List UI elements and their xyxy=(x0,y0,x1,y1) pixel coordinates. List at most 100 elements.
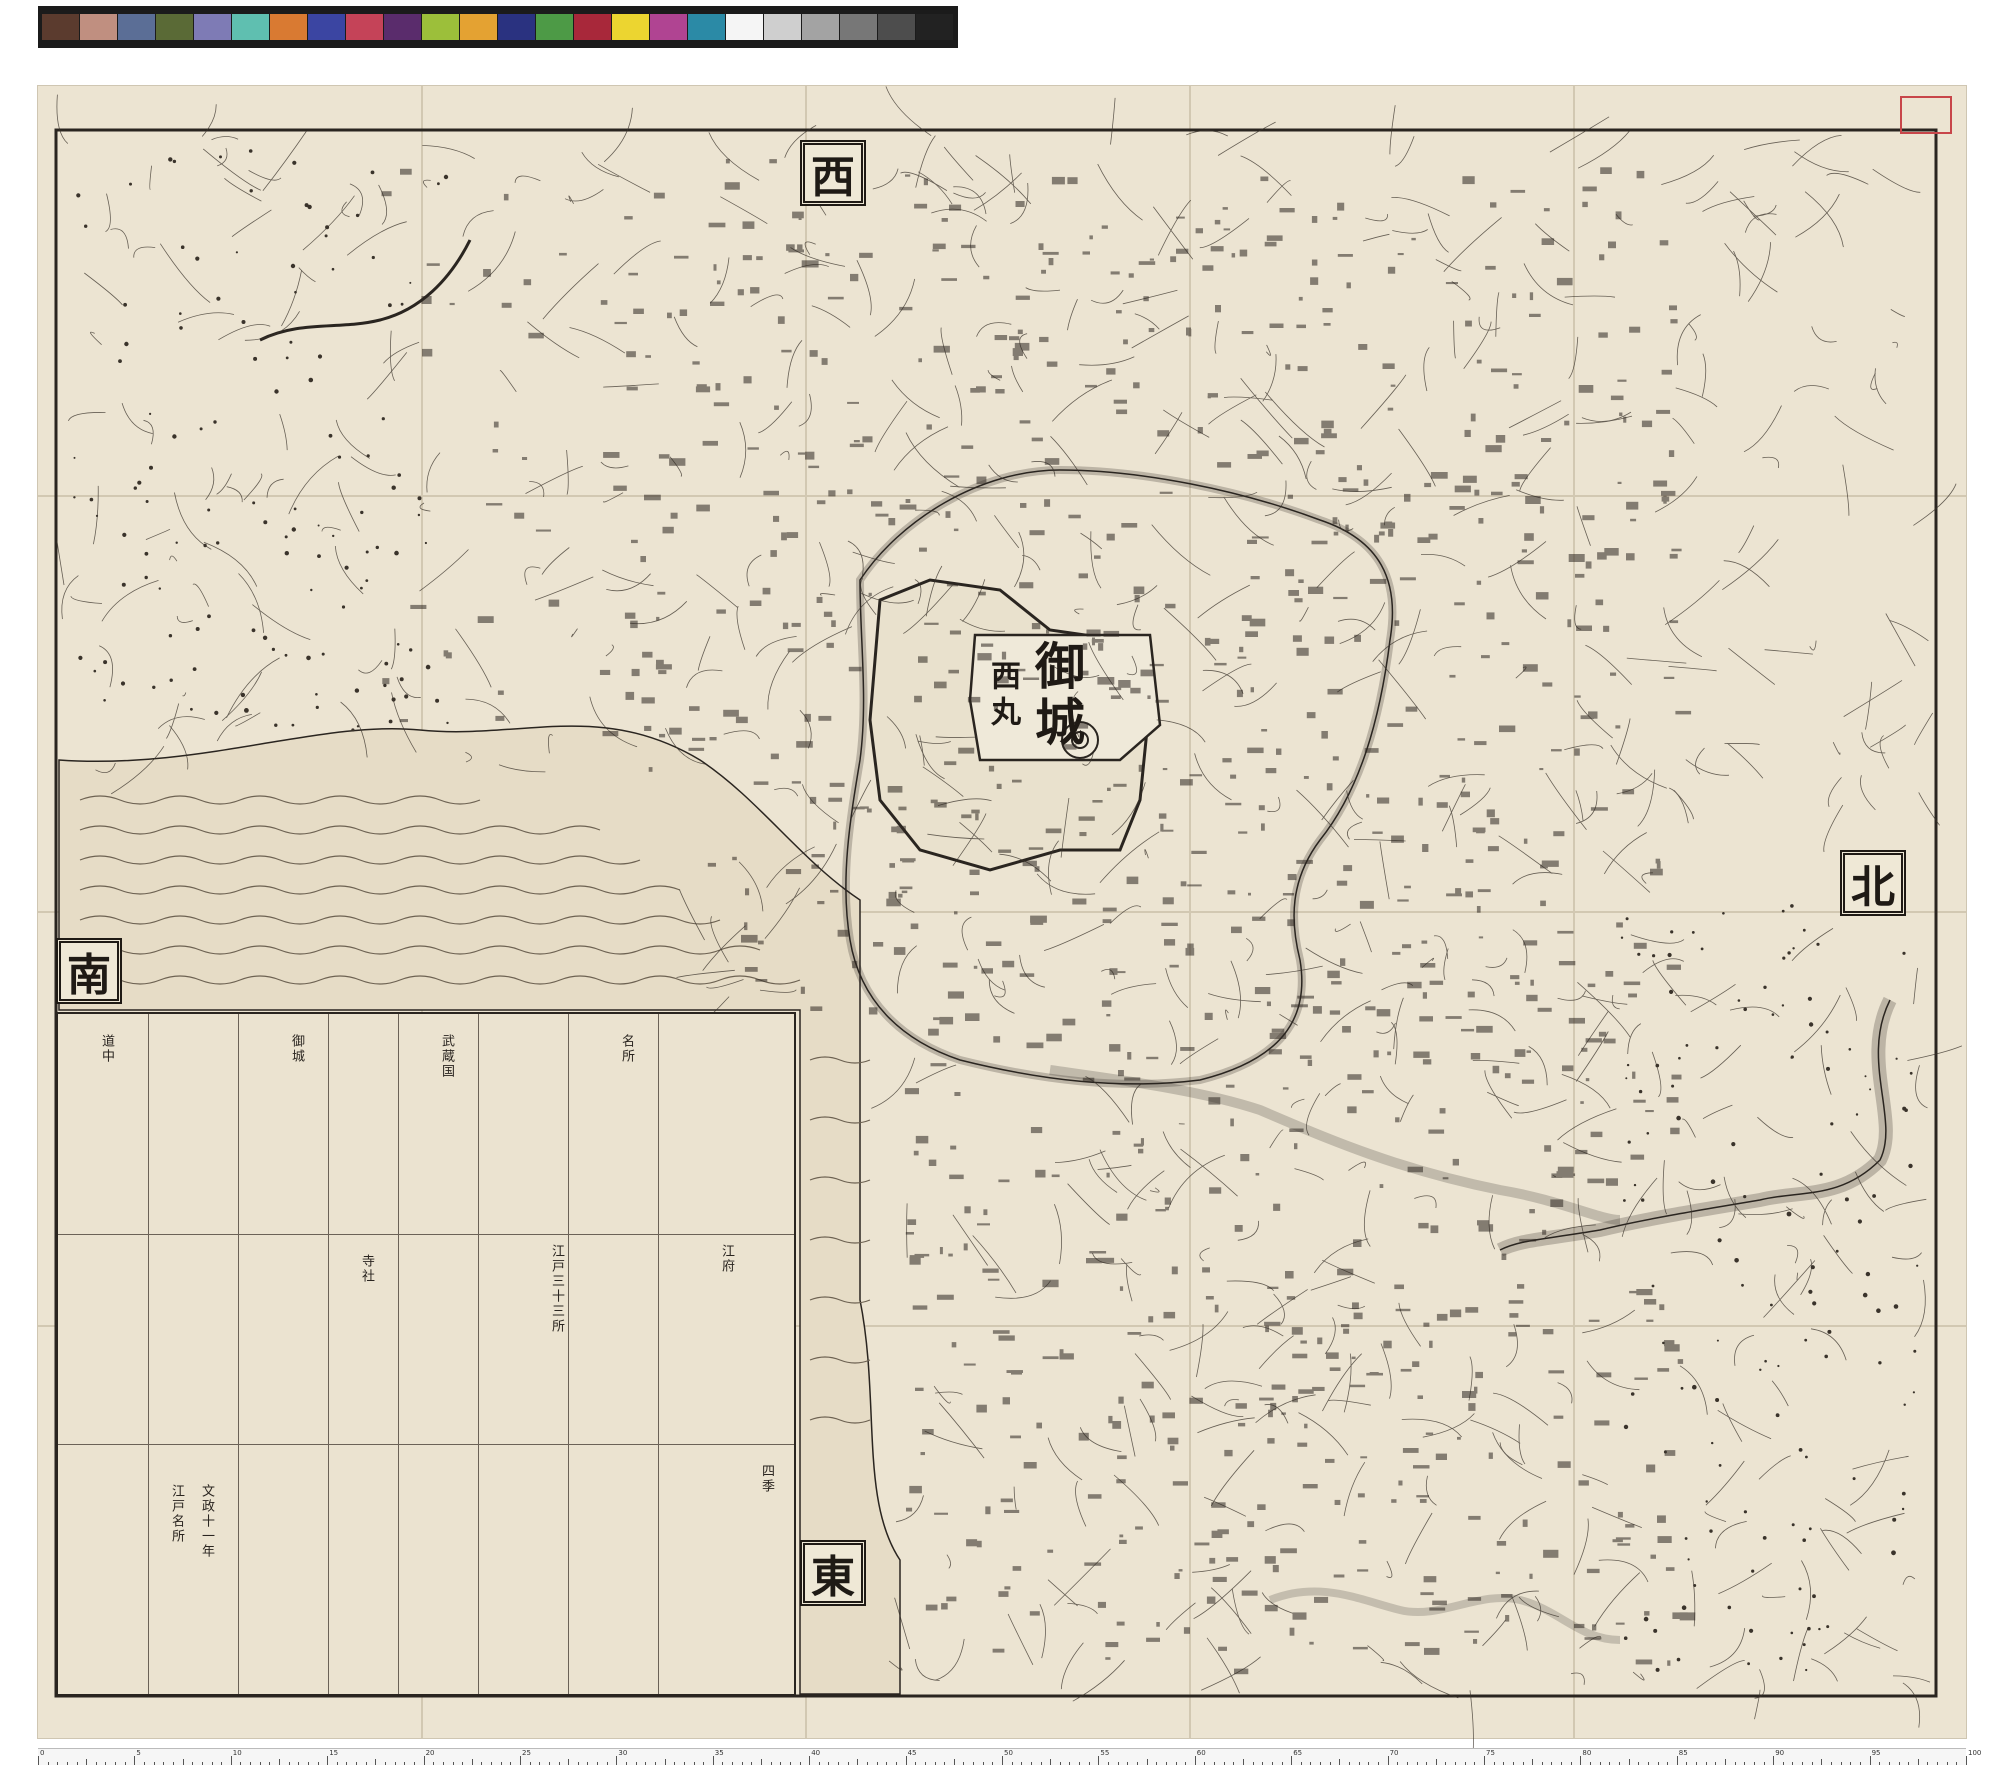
block-mark xyxy=(1468,1515,1481,1520)
block-mark xyxy=(1542,1229,1547,1235)
block-mark xyxy=(1112,1421,1122,1429)
block-mark xyxy=(1585,561,1592,569)
street-line xyxy=(1902,1575,1916,1585)
block-mark xyxy=(934,802,947,808)
block-mark xyxy=(1248,892,1251,896)
block-mark xyxy=(995,389,1005,394)
street-line xyxy=(1433,935,1449,959)
block-mark xyxy=(1416,1495,1429,1498)
field-dot xyxy=(1651,1284,1655,1288)
ruler-tick xyxy=(1455,1762,1457,1765)
block-mark xyxy=(1608,241,1616,249)
block-mark xyxy=(737,289,744,296)
street-line xyxy=(1360,374,1407,429)
street-line xyxy=(603,492,624,503)
block-mark xyxy=(1308,586,1324,594)
street-line xyxy=(1535,223,1570,252)
block-mark xyxy=(1605,971,1614,977)
street-line xyxy=(1208,394,1257,425)
block-mark xyxy=(1138,261,1156,265)
field-dot xyxy=(168,157,173,162)
block-mark xyxy=(1089,1251,1107,1254)
field-dot xyxy=(1693,1584,1697,1587)
street-line xyxy=(192,583,209,607)
field-dot xyxy=(1633,1183,1637,1187)
block-mark xyxy=(1165,603,1176,609)
ruler-tick xyxy=(510,1762,512,1765)
ruler-tick xyxy=(635,1762,637,1765)
block-mark xyxy=(837,929,849,937)
ruler-tick xyxy=(76,1762,78,1765)
ruler-tick xyxy=(153,1762,155,1765)
block-mark xyxy=(1230,774,1237,779)
street-line xyxy=(1225,1009,1229,1020)
field-dot xyxy=(195,256,200,261)
ruler-tick xyxy=(1869,1756,1871,1765)
block-mark xyxy=(1285,569,1295,577)
street-line xyxy=(419,549,469,592)
block-mark xyxy=(1629,326,1641,333)
block-mark xyxy=(981,643,994,647)
ruler-number: 50 xyxy=(1004,1749,1013,1757)
block-mark xyxy=(1636,170,1645,179)
block-mark xyxy=(948,669,959,674)
block-mark xyxy=(1098,643,1104,651)
ruler-tick xyxy=(1734,1762,1736,1765)
block-mark xyxy=(1287,494,1293,499)
street-line xyxy=(1127,1170,1165,1210)
street-line xyxy=(358,660,383,674)
block-mark xyxy=(1400,1368,1412,1372)
block-mark xyxy=(713,402,730,407)
block-mark xyxy=(886,898,901,907)
field-dot xyxy=(1779,1656,1783,1661)
block-mark xyxy=(1210,246,1224,252)
ruler-tick xyxy=(1879,1762,1881,1765)
block-mark xyxy=(1407,981,1422,989)
block-mark xyxy=(1239,646,1244,653)
field-dot xyxy=(1770,1303,1773,1307)
ruler-tick xyxy=(1725,1759,1726,1765)
block-mark xyxy=(1297,1442,1308,1447)
block-mark xyxy=(969,869,980,875)
block-mark xyxy=(769,159,777,164)
block-mark xyxy=(713,264,717,271)
block-mark xyxy=(644,494,661,501)
ruler-tick xyxy=(491,1762,493,1765)
block-mark xyxy=(932,243,946,250)
block-mark xyxy=(1399,577,1416,581)
field-dot xyxy=(1848,1048,1852,1051)
block-mark xyxy=(1149,258,1154,261)
block-mark xyxy=(942,962,958,968)
block-mark xyxy=(1329,1010,1341,1015)
field-dot xyxy=(360,510,364,515)
field-dot xyxy=(355,213,360,218)
ruler-tick xyxy=(38,1756,39,1765)
street-line xyxy=(321,526,341,532)
block-mark xyxy=(1514,1049,1526,1057)
block-mark xyxy=(1097,677,1115,685)
block-mark xyxy=(1255,1173,1260,1176)
block-mark xyxy=(1324,636,1335,644)
block-mark xyxy=(1178,1569,1183,1572)
block-mark xyxy=(1501,1594,1513,1598)
block-mark xyxy=(797,244,803,250)
field-dot xyxy=(1901,1491,1906,1496)
block-mark xyxy=(964,1206,971,1214)
block-mark xyxy=(801,260,819,268)
street-line xyxy=(1380,1343,1392,1399)
street-line xyxy=(1824,1616,1867,1655)
block-mark xyxy=(1413,1465,1430,1469)
field-dot xyxy=(437,182,440,186)
block-mark xyxy=(1289,1128,1304,1132)
block-mark xyxy=(1238,831,1248,834)
street-line xyxy=(1149,1187,1160,1193)
ruler-tick xyxy=(307,1762,309,1765)
block-mark xyxy=(1422,1059,1432,1065)
block-mark xyxy=(944,761,957,766)
block-mark xyxy=(1512,373,1522,376)
street-line xyxy=(1668,666,1717,672)
street-line xyxy=(1151,524,1211,576)
block-mark xyxy=(1512,293,1517,298)
block-mark xyxy=(1118,680,1131,688)
block-mark xyxy=(1297,366,1308,372)
